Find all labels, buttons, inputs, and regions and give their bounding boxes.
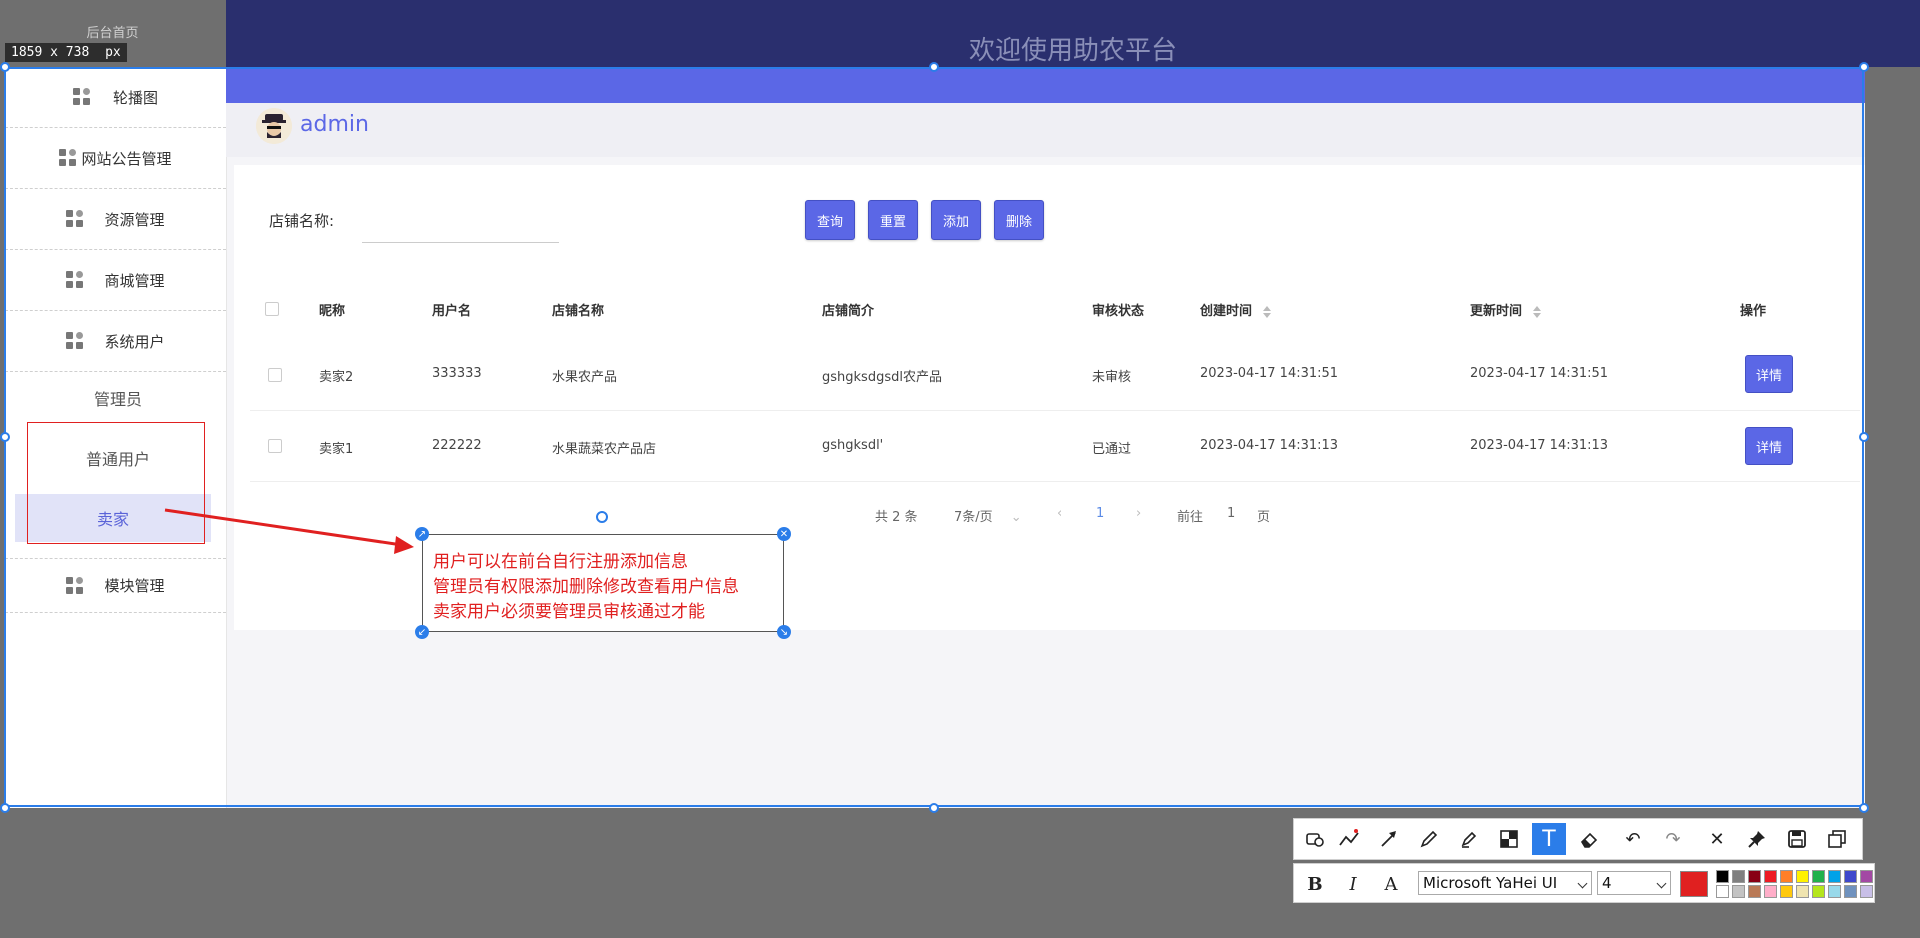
color-swatch[interactable] [1812, 870, 1825, 883]
color-swatch[interactable] [1780, 870, 1793, 883]
redo-icon[interactable]: ↷ [1656, 823, 1690, 855]
close-icon[interactable]: ✕ [777, 527, 791, 541]
font-size-select[interactable]: 4 [1597, 871, 1671, 895]
annotation-text-line: 用户可以在前台自行注册添加信息 [433, 552, 688, 572]
color-swatch[interactable] [1732, 885, 1745, 898]
annotation-text-box[interactable]: 用户可以在前台自行注册添加信息 管理员有权限添加删除修改查看用户信息 卖家用户必… [415, 527, 791, 639]
font-size-value: 4 [1602, 874, 1612, 892]
shape-icon[interactable] [1298, 823, 1332, 855]
resize-icon[interactable]: ↘ [777, 625, 791, 639]
color-swatch[interactable] [1748, 885, 1761, 898]
close-icon[interactable]: ✕ [1700, 823, 1734, 855]
color-swatch[interactable] [1780, 885, 1793, 898]
color-swatch[interactable] [1860, 870, 1873, 883]
color-swatch[interactable] [1812, 885, 1825, 898]
resize-icon[interactable]: ↗ [415, 527, 429, 541]
undo-icon[interactable]: ↶ [1616, 823, 1650, 855]
color-swatch[interactable] [1764, 885, 1777, 898]
color-swatch[interactable] [1716, 885, 1729, 898]
color-swatch[interactable] [1764, 870, 1777, 883]
outline-text-icon[interactable]: A [1374, 870, 1408, 898]
annotation-toolbar: T ↶ ↷ ✕ [1293, 818, 1863, 860]
text-icon[interactable]: T [1532, 823, 1566, 855]
mosaic-icon[interactable] [1492, 823, 1526, 855]
color-swatch[interactable] [1844, 870, 1857, 883]
color-swatch[interactable] [1828, 870, 1841, 883]
annotation-text-line: 卖家用户必须要管理员审核通过才能 [433, 602, 705, 622]
chevron-down-icon [1656, 878, 1667, 889]
color-swatch[interactable] [1796, 885, 1809, 898]
chevron-down-icon [1577, 878, 1588, 889]
color-swatch[interactable] [1796, 870, 1809, 883]
save-icon[interactable] [1780, 823, 1814, 855]
color-swatch[interactable] [1860, 885, 1873, 898]
font-family-value: Microsoft YaHei UI [1423, 874, 1558, 892]
annotation-arrow[interactable] [0, 0, 1920, 938]
color-swatch[interactable] [1844, 885, 1857, 898]
font-family-select[interactable]: Microsoft YaHei UI [1418, 871, 1592, 895]
resize-icon[interactable]: ↙ [415, 625, 429, 639]
text-format-toolbar: B I A Microsoft YaHei UI 4 [1293, 863, 1875, 903]
copy-icon[interactable] [1820, 823, 1854, 855]
italic-icon[interactable]: I [1336, 870, 1370, 898]
bold-icon[interactable]: B [1298, 870, 1332, 898]
polyline-icon[interactable] [1332, 823, 1366, 855]
marker-icon[interactable] [1452, 823, 1486, 855]
pen-icon[interactable] [1412, 823, 1446, 855]
eraser-icon[interactable] [1572, 823, 1606, 855]
pin-icon[interactable] [1740, 823, 1774, 855]
color-swatch[interactable] [1748, 870, 1761, 883]
color-swatch[interactable] [1732, 870, 1745, 883]
arrow-icon[interactable] [1372, 823, 1406, 855]
color-swatch[interactable] [1828, 885, 1841, 898]
annotation-text-line: 管理员有权限添加删除修改查看用户信息 [433, 577, 739, 597]
current-color-swatch[interactable] [1680, 871, 1708, 897]
color-swatch[interactable] [1716, 870, 1729, 883]
